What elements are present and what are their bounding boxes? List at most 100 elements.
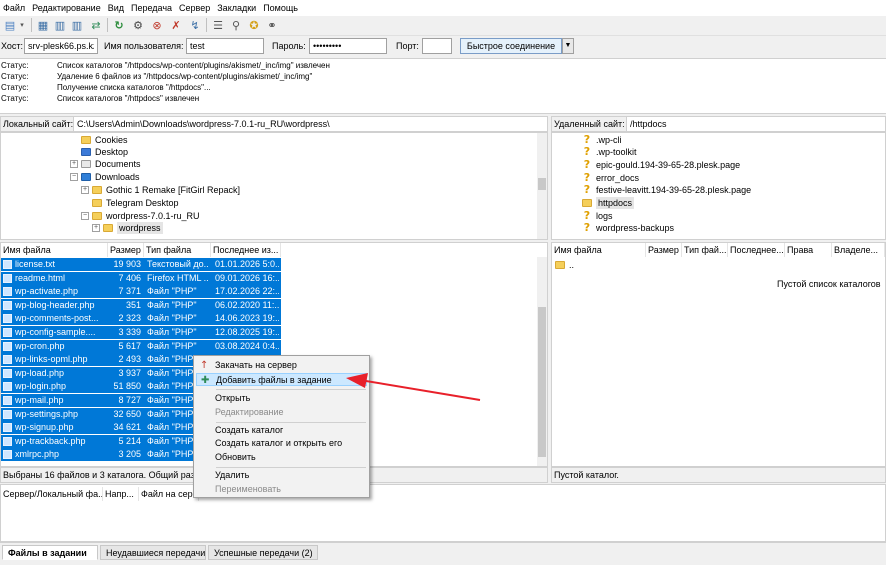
- cell-name: wp-config-sample....: [15, 327, 96, 337]
- menu-transfer[interactable]: Передача: [128, 0, 176, 13]
- toolbar: ▤ ▾ ▦ ▥ ▥ ⇄ ↻ ⚙ ⊗ ✗ ↯ ☰ ⚲ ✪ ⚭: [0, 16, 886, 36]
- column-header-permissions[interactable]: Права: [785, 243, 832, 257]
- compare-icon[interactable]: ⚲: [228, 17, 244, 33]
- site-manager-dropdown-icon[interactable]: ▾: [14, 17, 30, 33]
- local-tree-scrollbar[interactable]: [537, 133, 547, 239]
- table-row[interactable]: wp-cron.php 5 617 Файл "PHP" 03.08.2024 0:4…: [1, 339, 281, 353]
- toggle-log-icon[interactable]: ▦: [35, 17, 51, 33]
- column-header-size[interactable]: Размер: [108, 243, 144, 257]
- table-row[interactable]: wp-config-sample.... 3 339 Файл "PHP" 12.08…: [1, 326, 281, 339]
- menu-server[interactable]: Сервер: [176, 0, 214, 13]
- file-icon: [3, 341, 12, 351]
- expand-icon[interactable]: +: [92, 224, 100, 232]
- sync-browse-icon[interactable]: ✪: [246, 17, 262, 33]
- menu-view[interactable]: Вид: [105, 0, 128, 13]
- column-header-modified[interactable]: Последнее...: [728, 243, 785, 257]
- menu-bookmarks[interactable]: Закладки: [214, 0, 260, 13]
- tree-item[interactable]: Cookies: [81, 134, 128, 146]
- table-row[interactable]: wp-activate.php 7 371 Файл "PHP" 17.02.2026…: [1, 285, 281, 299]
- process-queue-icon[interactable]: ⚙: [130, 17, 146, 33]
- tab-queued-files[interactable]: Файлы в задании: [2, 545, 98, 560]
- table-row[interactable]: wp-blog-header.php 351 Файл "PHP" 06.02.202…: [1, 298, 281, 312]
- quickconnect-dropdown-icon[interactable]: ▼: [562, 38, 574, 54]
- cell-size: 34 621: [113, 422, 141, 433]
- expand-icon[interactable]: +: [70, 160, 78, 168]
- search-icon[interactable]: ⚭: [264, 17, 280, 33]
- remote-site-path[interactable]: /httpdocs: [626, 117, 885, 131]
- collapse-icon[interactable]: −: [81, 212, 89, 220]
- refresh-icon[interactable]: ↻: [111, 17, 127, 33]
- column-header-size[interactable]: Размер: [646, 243, 682, 257]
- menu-edit[interactable]: Редактирование: [29, 0, 105, 13]
- cell-date: 17.02.2026 22:...: [215, 286, 279, 297]
- toggle-remote-tree-icon[interactable]: ▥: [69, 17, 85, 33]
- cell-size: 2 493: [118, 354, 141, 365]
- cell-name: wp-links-opml.php: [15, 354, 88, 365]
- add-to-queue-icon: ✚: [201, 375, 210, 386]
- cell-name: wp-login.php: [15, 381, 67, 392]
- disconnect-icon[interactable]: ✗: [168, 17, 184, 33]
- toggle-queue-icon[interactable]: ⇄: [88, 17, 104, 33]
- tree-item[interactable]: + Documents: [70, 158, 141, 170]
- queue-header-server-local-file[interactable]: Сервер/Локальный фа...: [1, 487, 103, 501]
- tree-item[interactable]: ? epic-gould.194-39-65-28.plesk.page: [582, 159, 740, 171]
- table-row[interactable]: wp-comments-post... 2 323 Файл "PHP" 14.06.…: [1, 312, 281, 326]
- column-header-owner[interactable]: Владеле...: [832, 243, 885, 257]
- menu-item-delete[interactable]: Удалить: [196, 469, 367, 482]
- tab-failed-transfers[interactable]: Неудавшиеся передачи: [100, 545, 206, 560]
- menu-file[interactable]: Файл: [0, 0, 29, 13]
- port-input[interactable]: [422, 38, 452, 54]
- tree-item-selected[interactable]: + wordpress: [92, 222, 163, 234]
- tree-item[interactable]: − Downloads: [70, 171, 140, 183]
- filter-icon[interactable]: ☰: [210, 17, 226, 33]
- tree-item[interactable]: ? error_docs: [582, 172, 639, 184]
- expand-icon[interactable]: +: [81, 186, 89, 194]
- local-list-scrollbar[interactable]: [537, 257, 547, 466]
- menu-item-create-and-open-directory[interactable]: Создать каталог и открыть его: [196, 437, 367, 450]
- table-row[interactable]: license.txt 19 903 Текстовый до... 01.01.20…: [1, 258, 281, 271]
- menu-item-create-directory[interactable]: Создать каталог: [196, 424, 367, 437]
- file-icon: [3, 328, 12, 337]
- transfer-queue: Сервер/Локальный фа... Напр... Файл на с…: [0, 484, 886, 542]
- reconnect-icon[interactable]: ↯: [187, 17, 203, 33]
- tree-item-selected[interactable]: httpdocs: [582, 197, 635, 209]
- username-input[interactable]: [186, 38, 264, 54]
- remote-file-list: Имя файла Размер Тип фай... Последнее...…: [551, 242, 886, 467]
- menu-help[interactable]: Помощь: [260, 0, 302, 13]
- tree-item[interactable]: + Gothic 1 Remake [FitGirl Repack]: [81, 184, 240, 196]
- host-input[interactable]: [24, 38, 98, 54]
- password-input[interactable]: [309, 38, 387, 54]
- cell-size: 351: [125, 299, 141, 310]
- column-header-type[interactable]: Тип файла: [144, 243, 211, 257]
- tab-successful-transfers[interactable]: Успешные передачи (2): [208, 545, 318, 560]
- column-header-type[interactable]: Тип фай...: [682, 243, 728, 257]
- tree-item[interactable]: ? .wp-toolkit: [582, 146, 637, 158]
- column-header-modified[interactable]: Последнее из...: [211, 243, 281, 257]
- tree-item[interactable]: ? festive-leavitt.194-39-65-28.plesk.page: [582, 184, 751, 196]
- quickconnect-button[interactable]: Быстрое соединение: [460, 38, 562, 54]
- collapse-icon[interactable]: −: [70, 173, 78, 181]
- table-row[interactable]: readme.html 7 406 Firefox HTML ... 09.01.20…: [1, 271, 281, 285]
- menu-bar: Файл Редактирование Вид Передача Сервер Закла…: [0, 0, 886, 16]
- unknown-folder-icon: ?: [583, 158, 591, 171]
- menu-separator: [216, 422, 366, 423]
- queue-header-direction[interactable]: Напр...: [103, 487, 139, 501]
- tree-item[interactable]: − wordpress-7.0.1-ru_RU: [81, 210, 200, 222]
- column-header-name[interactable]: Имя файла: [552, 243, 646, 257]
- toggle-local-tree-icon[interactable]: ▥: [52, 17, 68, 33]
- tree-item[interactable]: Telegram Desktop: [92, 197, 179, 209]
- remote-site-bar: Удаленный сайт: /httpdocs: [551, 116, 886, 132]
- tree-item[interactable]: Desktop: [81, 146, 128, 158]
- menu-item-refresh[interactable]: Обновить: [196, 451, 367, 464]
- tree-item[interactable]: ? wordpress-backups: [582, 222, 674, 234]
- scrollbar-thumb[interactable]: [538, 178, 546, 190]
- file-icon: [3, 287, 12, 297]
- cell-size: 8 727: [118, 395, 141, 405]
- column-header-name[interactable]: Имя файла: [1, 243, 108, 257]
- cell-date: 14.06.2023 19:...: [215, 313, 279, 324]
- local-site-path[interactable]: C:\Users\Admin\Downloads\wordpress-7.0.1…: [73, 117, 547, 131]
- parent-directory-row[interactable]: ..: [555, 259, 574, 271]
- queue-header-remote-file[interactable]: Файл на серве: [139, 487, 199, 501]
- scrollbar-thumb[interactable]: [538, 307, 546, 457]
- cancel-icon[interactable]: ⊗: [149, 17, 165, 33]
